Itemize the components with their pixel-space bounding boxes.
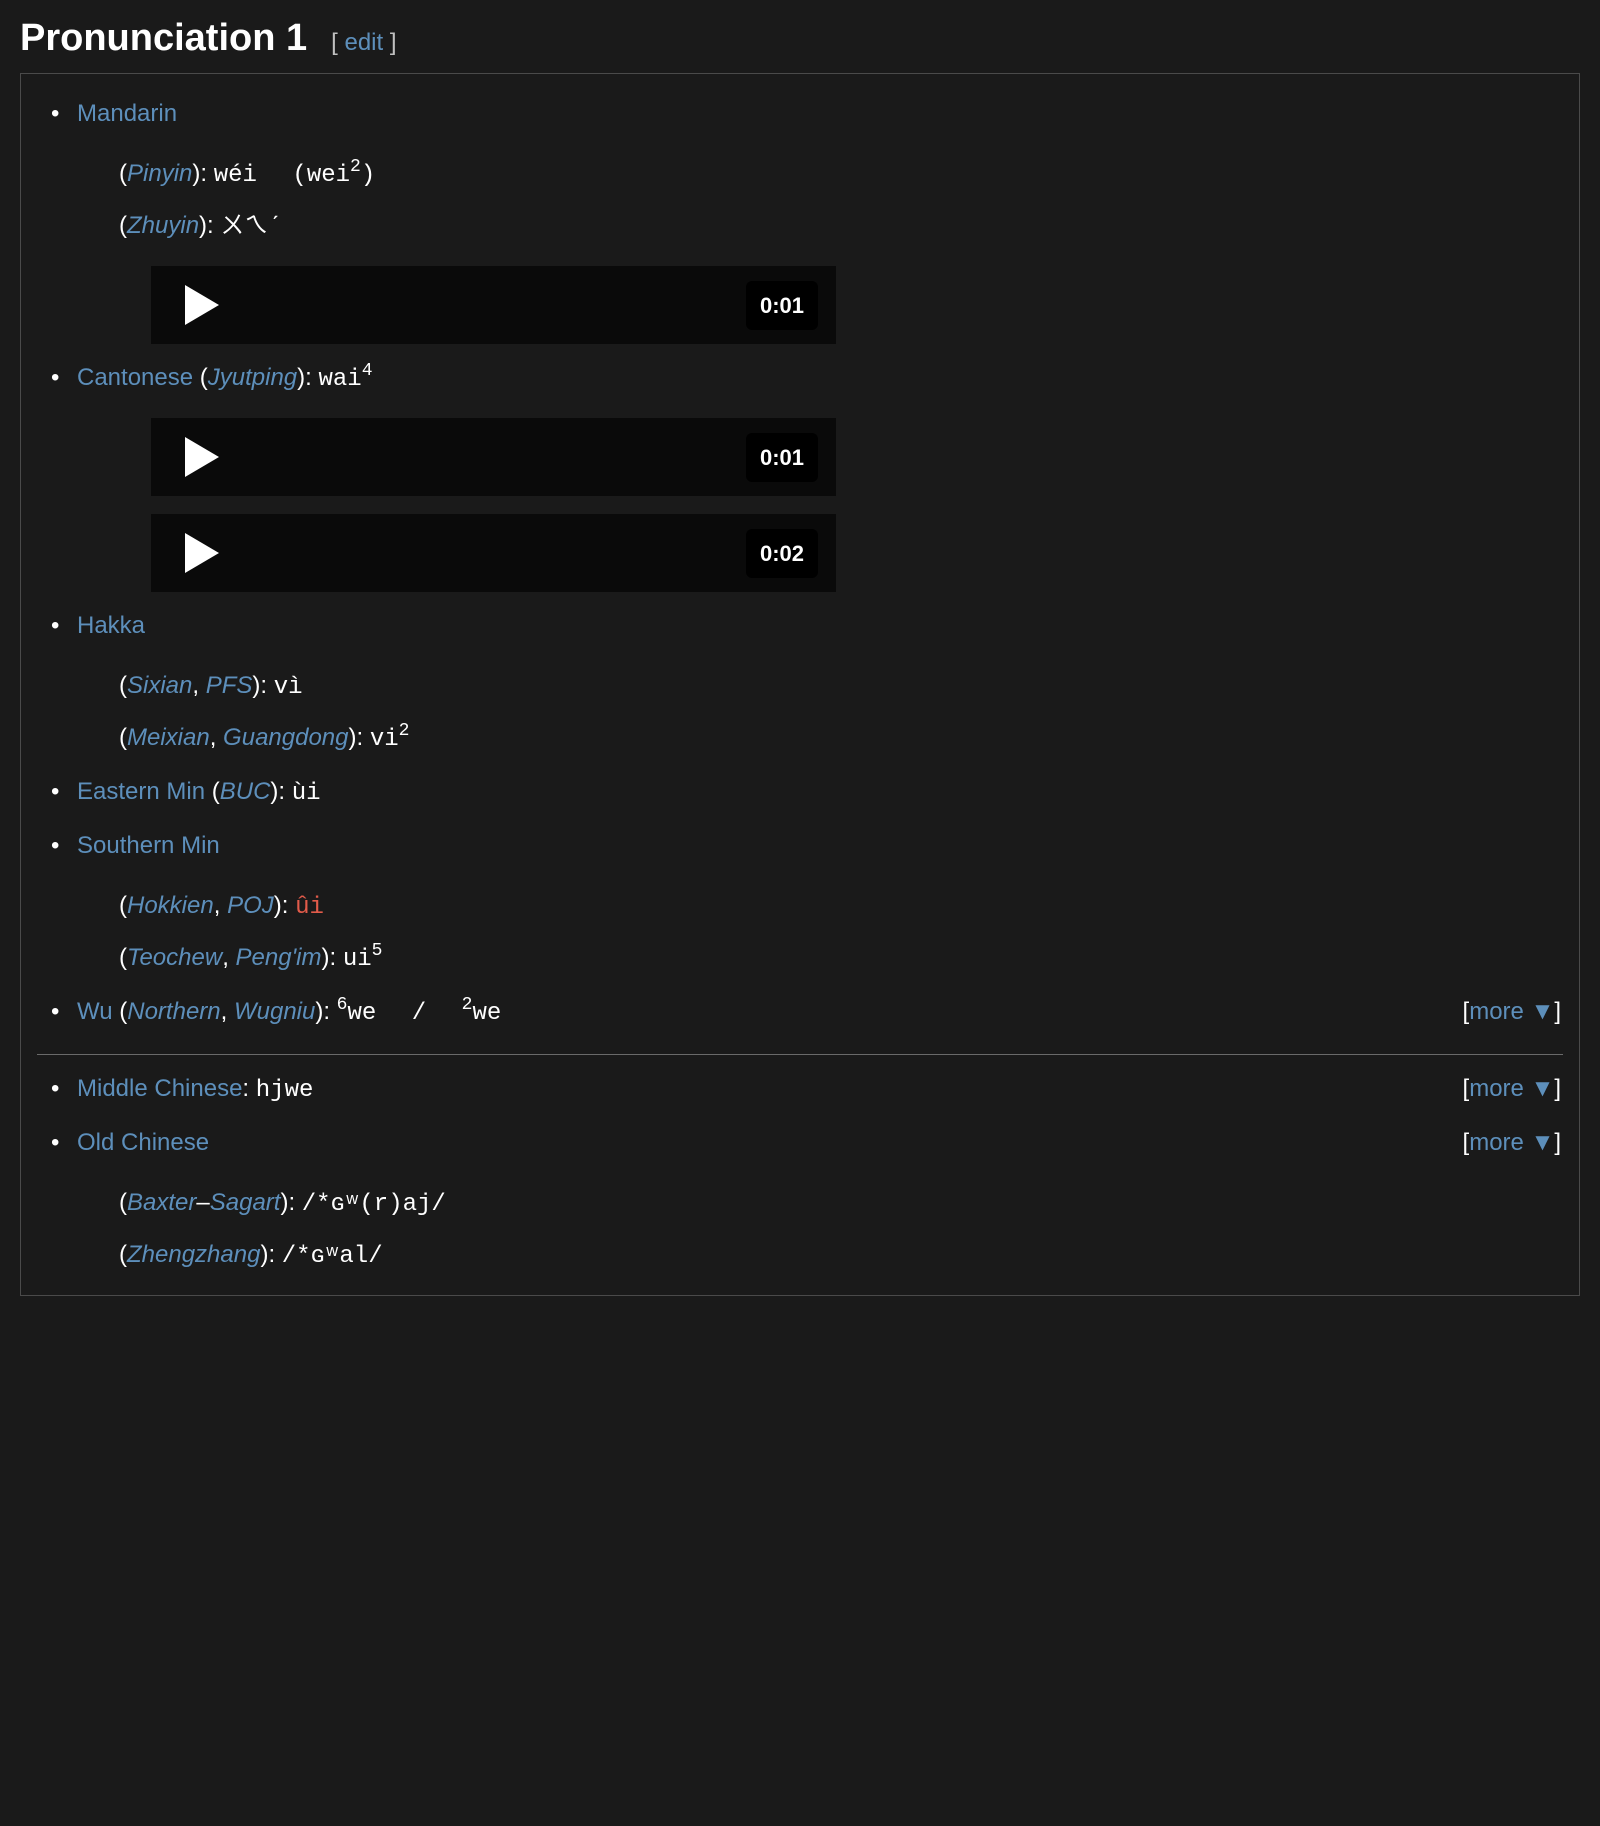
hakka-sixian: (Sixian, PFS): vì xyxy=(119,668,1561,706)
old-chinese-zhengzhang: (Zhengzhang): /*ɢʷal/ xyxy=(119,1237,1561,1275)
poj-link[interactable]: POJ xyxy=(227,892,274,919)
audio-player-cantonese-1[interactable]: 0:01 xyxy=(151,418,836,496)
audio-time: 0:01 xyxy=(746,433,818,482)
chevron-down-icon: ▼ xyxy=(1531,994,1555,1030)
wu-value1: we xyxy=(347,1000,376,1027)
wu-value1-sup: 6 xyxy=(337,995,348,1015)
zhengzhang-link[interactable]: Zhengzhang xyxy=(127,1241,260,1268)
wu-value2: we xyxy=(472,1000,501,1027)
edit-link[interactable]: edit xyxy=(344,29,383,56)
zz-value: /*ɢʷal/ xyxy=(282,1243,383,1270)
hakka-meixian: (Meixian, Guangdong): vi2 xyxy=(119,720,1561,758)
northern-link[interactable]: Northern xyxy=(127,998,220,1025)
audio-player-mandarin[interactable]: 0:01 xyxy=(151,266,836,344)
meixian-value: vi xyxy=(370,726,399,753)
southern-min-hokkien: (Hokkien, POJ): ûi xyxy=(119,888,1561,926)
cantonese-value-sup[interactable]: 4 xyxy=(362,361,373,381)
more-toggle-wu[interactable]: [more ▼] xyxy=(1463,994,1561,1030)
wu-value2-sup: 2 xyxy=(462,995,473,1015)
mandarin-item: Mandarin (Pinyin): wéi (wei2) (Zhuyin): … xyxy=(51,96,1561,344)
old-chinese-baxter-sagart: (Baxter–Sagart): /*ɢʷ(r)aj/ xyxy=(119,1185,1561,1223)
sixian-value: vì xyxy=(274,674,303,701)
middle-chinese-item: Middle Chinese: hjwe [more ▼] xyxy=(51,1071,1561,1109)
audio-player-cantonese-2[interactable]: 0:02 xyxy=(151,514,836,592)
wugniu-link[interactable]: Wugniu xyxy=(234,998,315,1025)
meixian-link[interactable]: Meixian xyxy=(127,724,210,751)
audio-time: 0:01 xyxy=(746,281,818,330)
mandarin-pinyin: (Pinyin): wéi (wei2) xyxy=(119,156,1561,194)
play-icon[interactable] xyxy=(185,285,219,325)
pinyin-link[interactable]: Pinyin xyxy=(127,160,192,187)
cantonese-link[interactable]: Cantonese xyxy=(77,364,193,391)
jyutping-link[interactable]: Jyutping xyxy=(208,364,297,391)
southern-min-item: Southern Min (Hokkien, POJ): ûi (Teochew… xyxy=(51,828,1561,978)
middle-chinese-link[interactable]: Middle Chinese xyxy=(77,1075,242,1102)
old-chinese-item: Old Chinese [more ▼] (Baxter–Sagart): /*… xyxy=(51,1125,1561,1275)
pfs-link[interactable]: PFS xyxy=(206,672,253,699)
audio-time: 0:02 xyxy=(746,529,818,578)
pinyin-value[interactable]: wéi xyxy=(214,162,257,189)
play-icon[interactable] xyxy=(185,533,219,573)
hakka-link[interactable]: Hakka xyxy=(77,612,145,639)
hakka-item: Hakka (Sixian, PFS): vì (Meixian, Guangd… xyxy=(51,608,1561,758)
edit-bracket: [ edit ] xyxy=(331,25,396,61)
cantonese-value[interactable]: wai xyxy=(318,366,361,393)
meixian-value-sup: 2 xyxy=(399,721,410,741)
pengim-link[interactable]: Peng'im xyxy=(236,944,322,971)
teochew-link[interactable]: Teochew xyxy=(127,944,222,971)
pronunciation-box: Mandarin (Pinyin): wéi (wei2) (Zhuyin): … xyxy=(20,73,1580,1296)
middle-chinese-value: hjwe xyxy=(256,1077,314,1104)
teochew-value-sup: 5 xyxy=(372,941,383,961)
buc-link[interactable]: BUC xyxy=(220,778,271,805)
old-chinese-link[interactable]: Old Chinese xyxy=(77,1129,209,1156)
sagart-link[interactable]: Sagart xyxy=(210,1189,281,1216)
wu-item: Wu (Northern, Wugniu): 6we / 2we [more ▼… xyxy=(51,994,1561,1032)
chevron-down-icon: ▼ xyxy=(1531,1071,1555,1107)
section-title: Pronunciation 1 xyxy=(20,10,307,67)
chevron-down-icon: ▼ xyxy=(1531,1125,1555,1161)
cantonese-item: Cantonese (Jyutping): wai4 0:01 0:02 xyxy=(51,360,1561,592)
wu-link[interactable]: Wu xyxy=(77,998,113,1025)
bs-value: /*ɢʷ(r)aj/ xyxy=(302,1191,446,1218)
hokkien-link[interactable]: Hokkien xyxy=(127,892,214,919)
baxter-link[interactable]: Baxter xyxy=(127,1189,196,1216)
southern-min-teochew: (Teochew, Peng'im): ui5 xyxy=(119,940,1561,978)
southern-min-link[interactable]: Southern Min xyxy=(77,832,220,859)
hokkien-value[interactable]: ûi xyxy=(295,894,324,921)
mandarin-zhuyin: (Zhuyin): ㄨㄟˊ xyxy=(119,208,1561,246)
mandarin-link[interactable]: Mandarin xyxy=(77,100,177,127)
pinyin-ascii: wei xyxy=(307,162,350,189)
sixian-link[interactable]: Sixian xyxy=(127,672,192,699)
eastern-min-link[interactable]: Eastern Min xyxy=(77,778,205,805)
more-toggle-oc[interactable]: [more ▼] xyxy=(1463,1125,1561,1161)
guangdong-link[interactable]: Guangdong xyxy=(223,724,348,751)
pinyin-ascii-sup: 2 xyxy=(350,157,361,177)
more-toggle-mc[interactable]: [more ▼] xyxy=(1463,1071,1561,1107)
eastern-min-value: ùi xyxy=(292,780,321,807)
divider xyxy=(37,1054,1563,1055)
zhuyin-value: ㄨㄟˊ xyxy=(220,214,282,241)
zhuyin-link[interactable]: Zhuyin xyxy=(127,212,199,239)
play-icon[interactable] xyxy=(185,437,219,477)
teochew-value: ui xyxy=(343,946,372,973)
eastern-min-item: Eastern Min (BUC): ùi xyxy=(51,774,1561,812)
